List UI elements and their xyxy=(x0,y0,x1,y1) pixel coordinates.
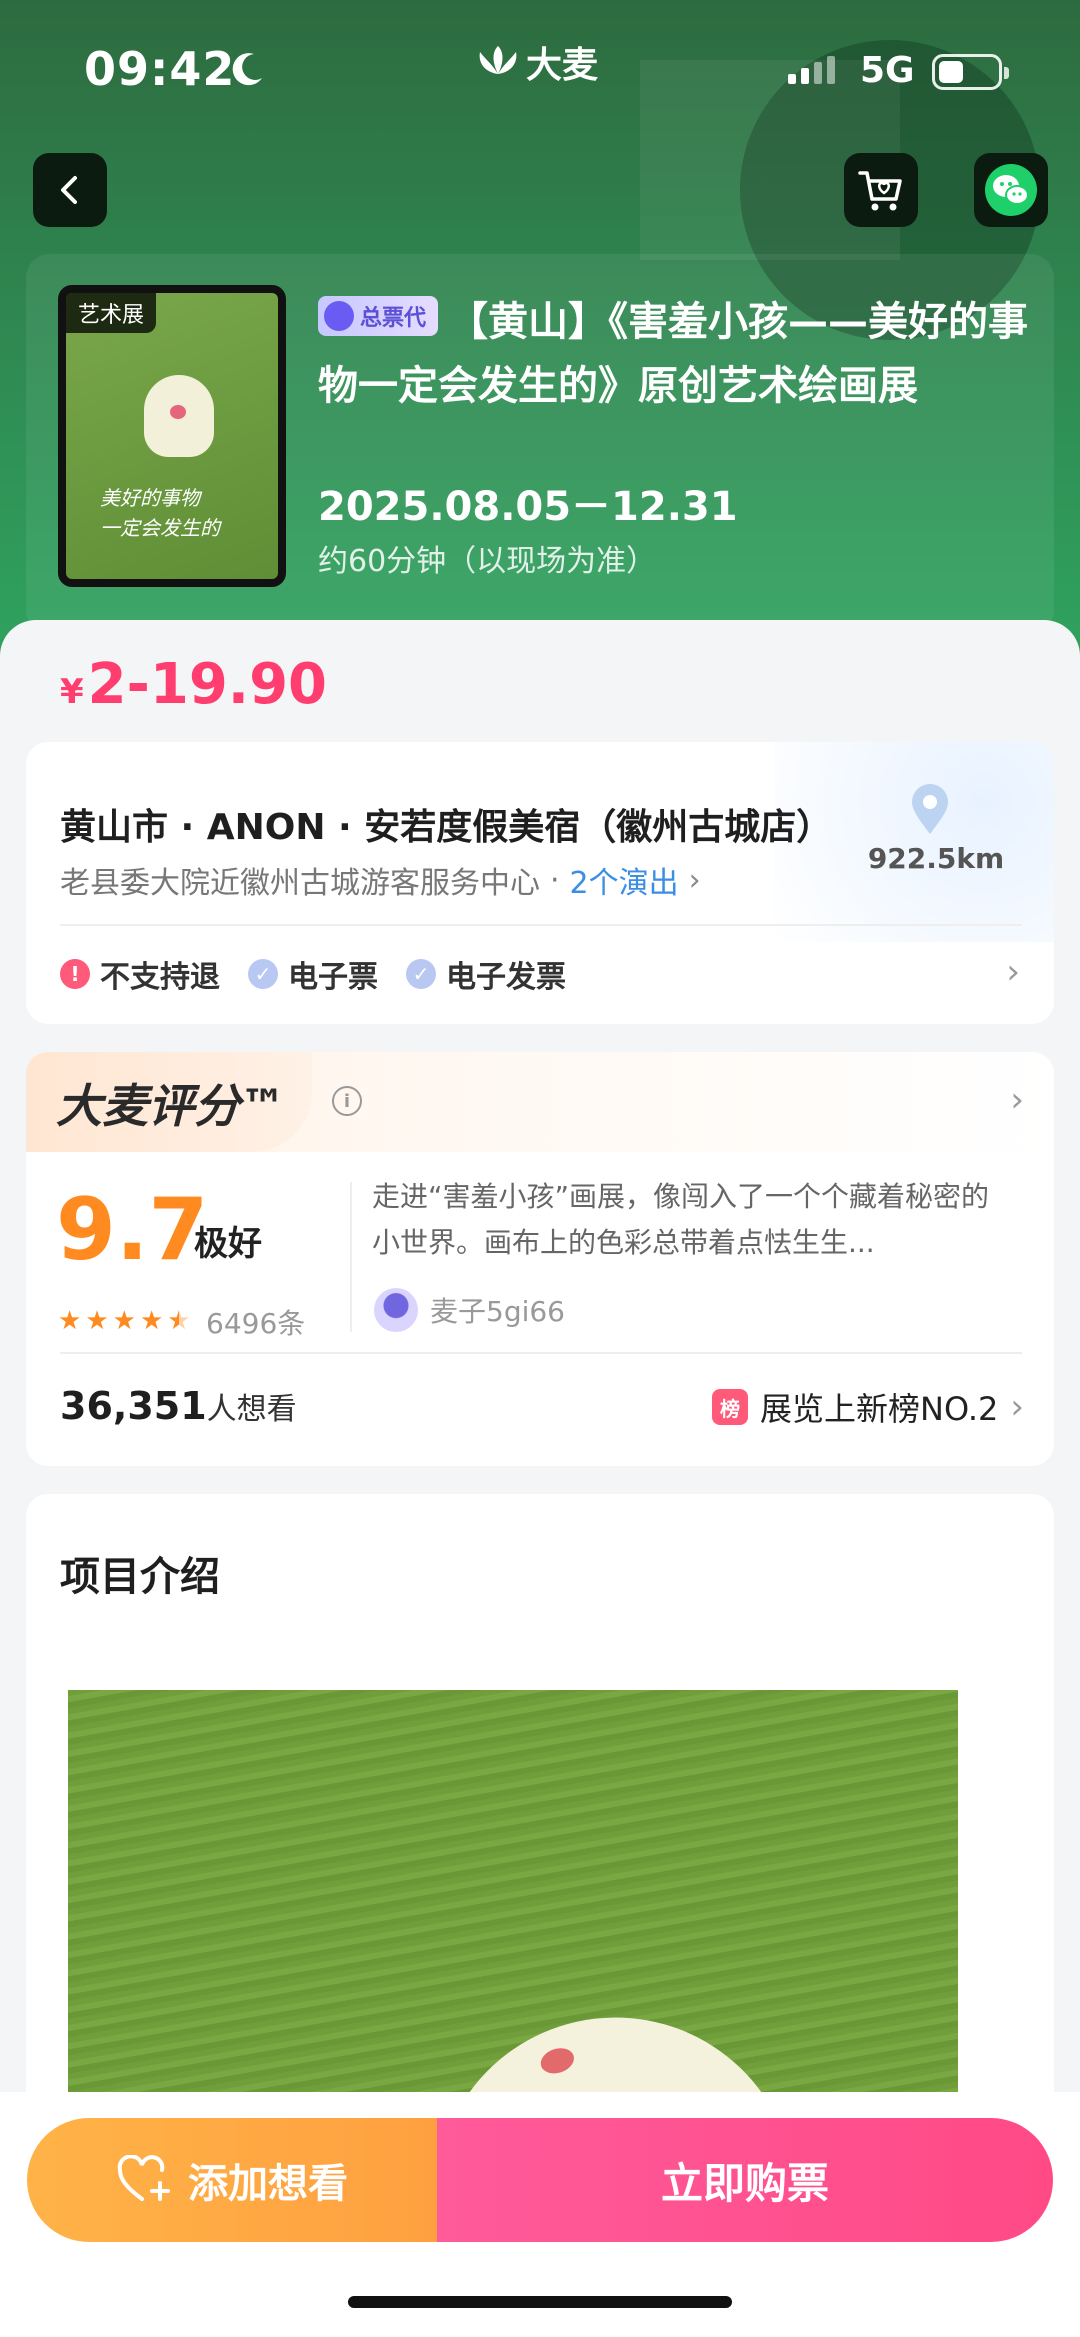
poster-caption: 美好的事物 一定会发生的 xyxy=(100,483,220,543)
shows-link[interactable]: 2个演出 xyxy=(570,858,679,902)
wechat-icon xyxy=(985,164,1037,216)
review-snippet[interactable]: 走进“害羞小孩”画展，像闯入了一个个藏着秘密的小世界。画布上的色彩总带着点怯生生… xyxy=(372,1174,1012,1266)
avatar xyxy=(374,1288,418,1332)
brand-logo: 大麦 xyxy=(476,40,598,86)
venue-name: 黄山市 · ANON · 安若度假美宿（徽州古城店） xyxy=(60,807,833,848)
venue-address: 老县委大院近徽州古城游客服务中心 xyxy=(60,866,540,901)
currency-symbol: ¥ xyxy=(60,672,84,712)
category-tag: 艺术展 xyxy=(66,293,157,333)
rating-logo: 大麦评分™ xyxy=(26,1052,312,1152)
separator: · xyxy=(550,862,560,898)
divider xyxy=(350,1182,352,1332)
check-icon: ✓ xyxy=(248,959,278,989)
agent-badge: 总票代 xyxy=(318,296,439,336)
event-duration: 约60分钟（以现场为准） xyxy=(318,544,657,579)
battery-icon xyxy=(932,54,1009,90)
venue-distance: 922.5km xyxy=(867,842,1005,875)
back-button[interactable] xyxy=(33,153,107,227)
chevron-right-icon: › xyxy=(1010,1387,1024,1427)
heart-plus-icon xyxy=(117,2155,170,2201)
warning-icon: ! xyxy=(60,959,90,989)
want-number: 36,351 xyxy=(60,1384,207,1428)
tag-label: 电子发票 xyxy=(446,960,566,995)
service-tags[interactable]: ! 不支持退 ✓ 电子票 ✓ 电子发票 xyxy=(60,952,566,996)
chevron-left-icon xyxy=(61,176,77,204)
chevron-right-icon[interactable]: › xyxy=(1006,952,1020,992)
section-title: 项目介绍 xyxy=(60,1554,220,1600)
price-range: ¥ 2-19.90 xyxy=(60,652,327,717)
event-date: 2025.08.05－12.31 xyxy=(318,484,738,530)
signal-icon xyxy=(788,56,835,84)
divider xyxy=(60,924,1022,926)
info-icon[interactable]: i xyxy=(332,1086,362,1116)
review-count: 6496条 xyxy=(206,1307,306,1340)
star-rating: ★ ★ ★ ★ ★ xyxy=(58,1306,191,1336)
rating-logo-text: 大麦评分™ xyxy=(56,1079,286,1133)
buy-now-button[interactable]: 立即购票 xyxy=(437,2118,1053,2242)
divider xyxy=(60,1352,1022,1354)
status-time: 09:42 xyxy=(84,42,236,96)
star-icon: ★ xyxy=(112,1306,136,1336)
add-want-button[interactable]: 添加想看 xyxy=(27,2118,437,2242)
tag-label: 不支持退 xyxy=(100,960,220,995)
status-bar: 09:42 大麦 5G xyxy=(0,0,1080,140)
reviewer-name: 麦子5gi66 xyxy=(430,1295,565,1328)
brand-name: 大麦 xyxy=(526,45,599,86)
add-want-label: 添加想看 xyxy=(188,2161,348,2207)
home-indicator xyxy=(348,2296,732,2308)
want-label: 人想看 xyxy=(206,1392,297,1427)
venue-address-row[interactable]: 老县委大院近徽州古城游客服务中心 · 2个演出 › xyxy=(60,858,701,902)
check-icon: ✓ xyxy=(406,959,436,989)
star-icon: ★ xyxy=(139,1306,164,1336)
rating-card[interactable]: 大麦评分™ i › 9.7 极好 ★ ★ ★ ★ ★ 6496条 走进“害羞小孩… xyxy=(26,1052,1054,1466)
star-half-icon: ★ xyxy=(167,1306,191,1336)
buy-now-label: 立即购票 xyxy=(660,2158,829,2208)
rank-link[interactable]: 榜 展览上新榜NO.2 › xyxy=(712,1384,1024,1430)
rating-word: 极好 xyxy=(194,1224,262,1264)
tag-e-ticket: ✓ 电子票 xyxy=(248,952,378,996)
venue-card[interactable]: 黄山市 · ANON · 安若度假美宿（徽州古城店） 老县委大院近徽州古城游客服… xyxy=(26,742,1054,1024)
want-to-see-count: 36,351人想看 xyxy=(60,1384,297,1428)
reviewer: 麦子5gi66 xyxy=(374,1288,565,1332)
moon-icon xyxy=(232,53,262,86)
poster-caption-line: 美好的事物 xyxy=(100,486,200,510)
tag-label: 电子票 xyxy=(288,960,378,995)
brand-icon xyxy=(479,46,517,74)
rank-icon: 榜 xyxy=(712,1389,749,1425)
cart-button[interactable] xyxy=(844,153,918,227)
location-pin-icon[interactable] xyxy=(908,782,952,836)
rank-label: 展览上新榜NO.2 xyxy=(760,1390,999,1428)
event-poster[interactable]: 艺术展 美好的事物 一定会发生的 xyxy=(58,285,286,587)
chevron-right-icon: › xyxy=(688,862,701,898)
agent-badge-label: 总票代 xyxy=(360,306,427,331)
tag-no-refund: ! 不支持退 xyxy=(60,952,220,996)
poster-illustration xyxy=(144,375,214,457)
agent-badge-icon xyxy=(324,301,354,331)
chevron-right-icon[interactable]: › xyxy=(1010,1080,1024,1120)
tag-e-invoice: ✓ 电子发票 xyxy=(406,952,566,996)
wechat-share-button[interactable] xyxy=(974,153,1048,227)
poster-caption-line: 一定会发生的 xyxy=(100,516,220,540)
star-icon: ★ xyxy=(58,1306,82,1336)
cart-icon xyxy=(858,171,902,211)
star-icon: ★ xyxy=(85,1306,109,1336)
network-type: 5G xyxy=(860,50,915,91)
price-value: 2-19.90 xyxy=(87,652,328,717)
rating-score: 9.7 xyxy=(56,1180,209,1280)
